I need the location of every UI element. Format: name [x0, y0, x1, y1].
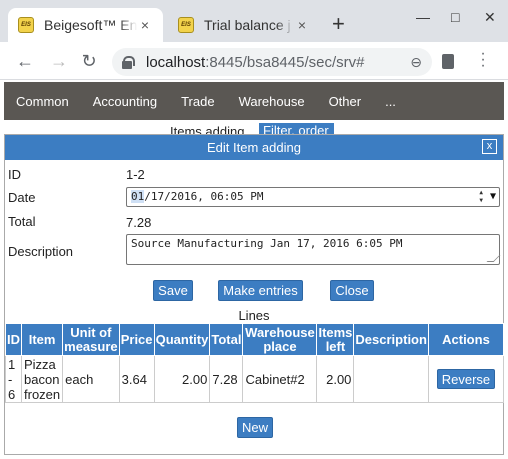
tab-fade: [276, 8, 294, 42]
col-price: Price: [118, 323, 155, 356]
menu-accounting[interactable]: Accounting: [81, 94, 169, 109]
extension-clipboard-icon[interactable]: [442, 54, 454, 69]
cell-description: [353, 355, 429, 403]
resize-grip-icon[interactable]: [486, 255, 501, 262]
url-path: :8445/bsa8445/sec/srv#: [205, 53, 365, 71]
app-menu-bar: Common Accounting Trade Warehouse Other …: [4, 82, 504, 120]
menu-trade[interactable]: Trade: [169, 94, 226, 109]
col-quantity: Quantity: [153, 323, 211, 356]
close-button[interactable]: Close: [330, 280, 374, 301]
date-spinner-icon[interactable]: ▲ ▼: [479, 189, 483, 205]
date-dropdown-icon[interactable]: ▼: [490, 188, 496, 206]
description-textarea[interactable]: Source Manufacturing Jan 17, 2016 6:05 P…: [126, 234, 501, 265]
make-entries-button[interactable]: Make entries: [218, 280, 303, 301]
table-row: 1-6 Pizza bacon frozen each 3.64 2.00 7.…: [5, 355, 505, 403]
dialog-title: Edit Item adding: [207, 140, 301, 155]
browser-menu-icon[interactable]: · · ·: [478, 46, 488, 74]
window-close-icon[interactable]: ✕: [484, 9, 496, 26]
cell-price: 3.64: [118, 355, 155, 403]
browser-tab-strip: EIS Beigesoft™ Ent × EIS Trial balance j…: [0, 0, 508, 42]
date-month-segment[interactable]: 01: [131, 190, 145, 203]
edit-item-dialog: Edit Item adding x ID 1-2 Date 01/17/201…: [4, 134, 505, 455]
lock-icon: [122, 56, 135, 69]
menu-warehouse[interactable]: Warehouse: [227, 94, 317, 109]
col-description: Description: [353, 323, 429, 356]
id-label: ID: [8, 167, 21, 182]
cell-actions: Reverse: [427, 355, 505, 403]
cell-items-left: 2.00: [316, 355, 355, 403]
forward-arrow-icon[interactable]: →: [48, 50, 70, 72]
cell-item: Pizza bacon frozen: [20, 355, 64, 403]
cell-quantity: 2.00: [153, 355, 211, 403]
cell-total: 7.28: [209, 355, 244, 403]
eis-favicon-icon: EIS: [178, 17, 194, 33]
new-button[interactable]: New: [237, 417, 273, 438]
browser-toolbar: ← → ↻ localhost:8445/bsa8445/sec/srv# ⊖ …: [0, 42, 508, 80]
lines-table: ID Item Unit of measure Price Quantity T…: [5, 323, 505, 403]
description-label: Description: [8, 244, 74, 259]
col-id: ID: [5, 323, 22, 356]
lines-title: Lines: [238, 308, 270, 323]
col-item: Item: [20, 323, 64, 356]
tab-close-icon[interactable]: ×: [137, 17, 153, 33]
menu-common[interactable]: Common: [4, 94, 81, 109]
eis-favicon-icon: EIS: [18, 17, 34, 33]
table-header-row: ID Item Unit of measure Price Quantity T…: [5, 323, 505, 356]
date-input[interactable]: 01/17/2016, 06:05 PM ▲ ▼ ▼: [126, 187, 500, 207]
menu-other[interactable]: Other: [317, 94, 374, 109]
total-label: Total: [8, 214, 36, 229]
new-tab-icon[interactable]: +: [332, 13, 345, 35]
reverse-button[interactable]: Reverse: [436, 369, 495, 389]
tab-fade: [119, 8, 137, 42]
date-rest: /17/2016, 06:05 PM: [144, 190, 264, 203]
tab-close-icon[interactable]: ×: [294, 17, 310, 33]
browser-tab-active[interactable]: EIS Beigesoft™ Ent ×: [8, 8, 163, 42]
zoom-icon[interactable]: ⊖: [410, 54, 422, 71]
browser-tab-inactive[interactable]: EIS Trial balance j ×: [168, 8, 320, 42]
address-bar[interactable]: localhost:8445/bsa8445/sec/srv# ⊖: [112, 48, 432, 76]
cell-unit: each: [62, 355, 120, 403]
cell-id: 1-6: [5, 355, 22, 403]
col-total: Total: [209, 323, 244, 356]
col-warehouse-place: Warehouse place: [242, 323, 318, 356]
id-value: 1-2: [126, 167, 145, 182]
col-actions: Actions: [427, 323, 505, 356]
date-label: Date: [8, 190, 36, 205]
reload-icon[interactable]: ↻: [78, 50, 100, 72]
col-items-left: Items left: [316, 323, 355, 356]
back-arrow-icon[interactable]: ←: [14, 50, 36, 72]
dialog-header: Edit Item adding x: [5, 135, 503, 160]
url-host: localhost: [146, 53, 206, 71]
description-text: Source Manufacturing Jan 17, 2016 6:05 P…: [131, 237, 403, 250]
save-button[interactable]: Save: [153, 280, 193, 301]
url-text: localhost:8445/bsa8445/sec/srv#: [146, 54, 364, 71]
dialog-close-icon[interactable]: x: [482, 139, 497, 154]
cell-warehouse-place: Cabinet#2: [242, 355, 318, 403]
menu-more[interactable]: ...: [373, 94, 408, 109]
minimize-icon[interactable]: —: [416, 9, 430, 25]
maximize-icon[interactable]: □: [451, 9, 459, 25]
total-value: 7.28: [126, 215, 152, 230]
col-unit: Unit of measure: [62, 323, 120, 356]
